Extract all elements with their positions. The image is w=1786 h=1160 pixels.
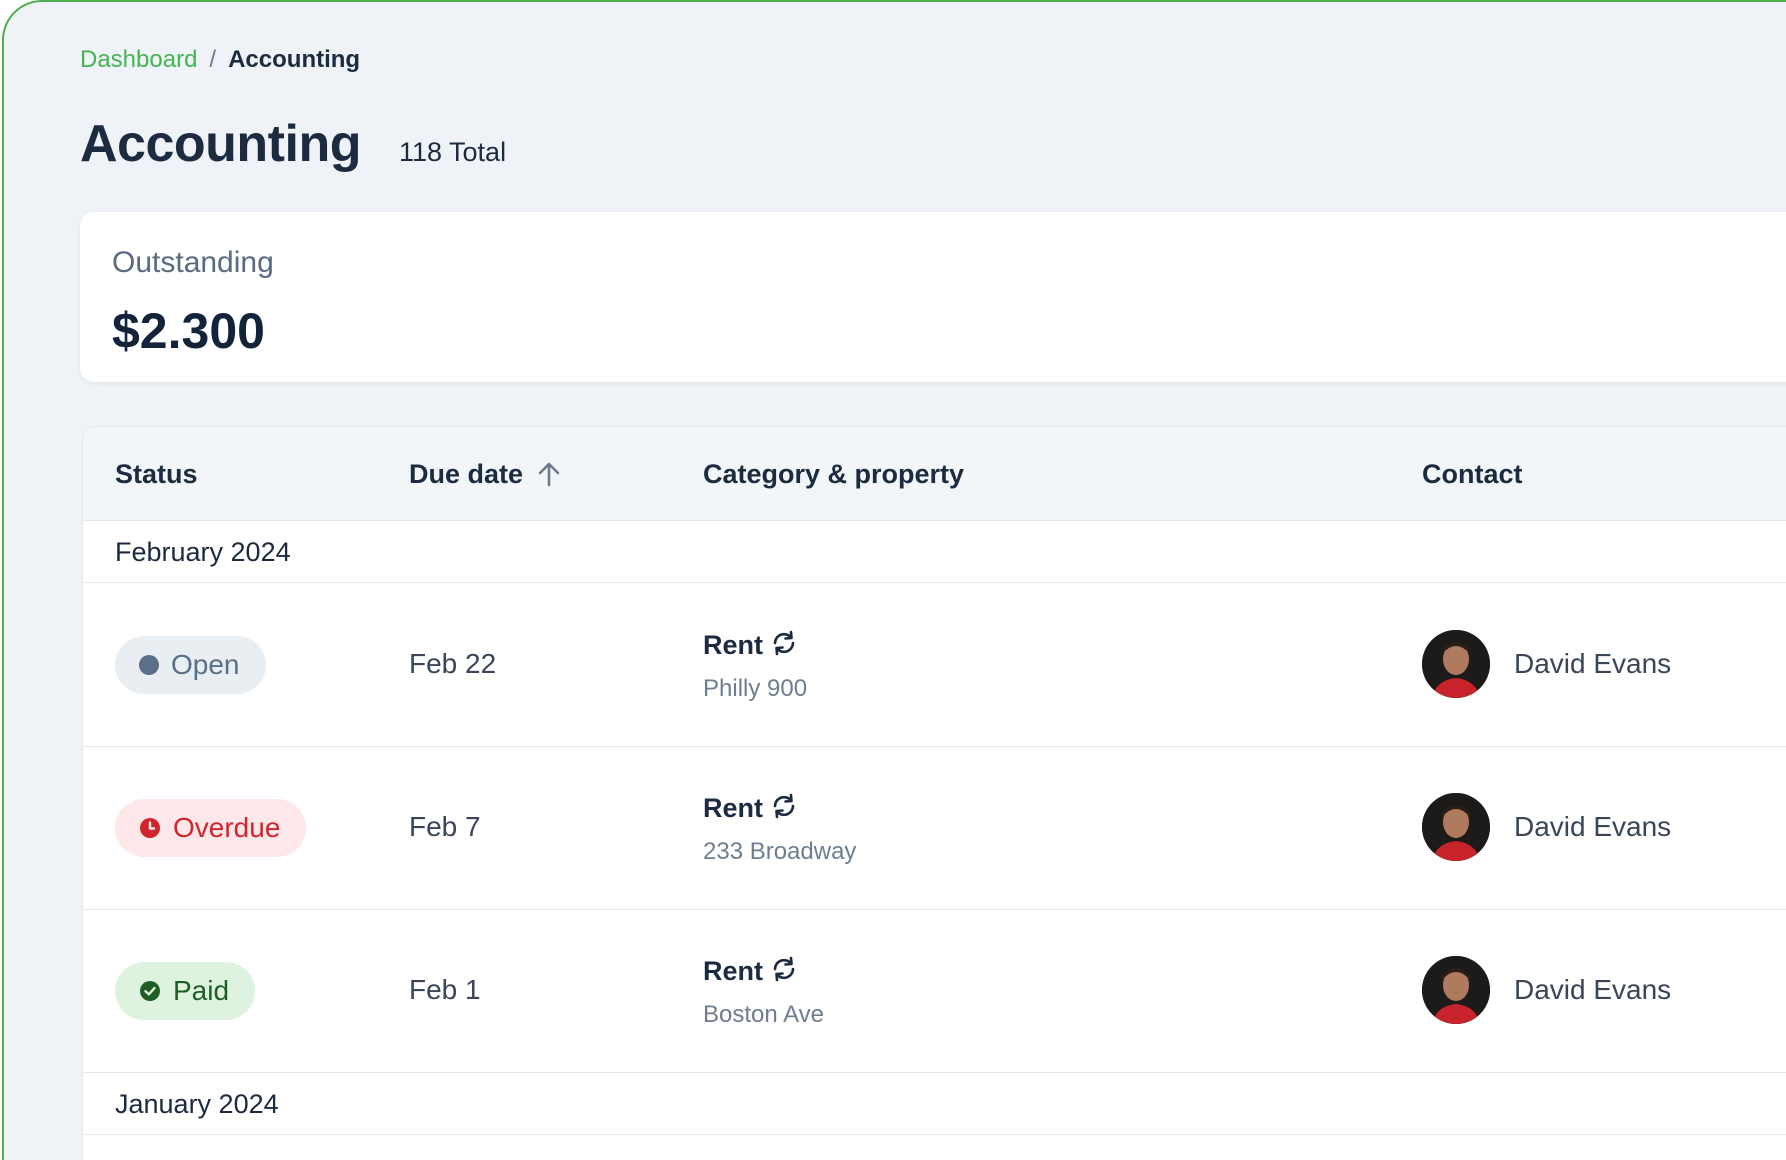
- property-name: Philly 900: [703, 675, 808, 702]
- arrow-up-icon[interactable]: [537, 461, 561, 487]
- contact-name[interactable]: David Evans: [1514, 974, 1671, 1006]
- column-header-due-date[interactable]: Due date: [409, 427, 561, 521]
- breadcrumb-separator: /: [209, 46, 217, 73]
- title-row: Accounting 118 Total: [80, 114, 506, 174]
- table-header: Status Due date Category & property Cont…: [83, 427, 1786, 521]
- column-header-contact[interactable]: Contact: [1422, 427, 1523, 521]
- group-header: January 2024: [83, 1073, 1786, 1135]
- status-badge: Overdue: [115, 799, 307, 857]
- contact-cell: David Evans: [1422, 793, 1671, 861]
- recurring-icon: [769, 791, 799, 826]
- recurring-icon: [769, 954, 799, 989]
- column-header-category[interactable]: Category & property: [703, 427, 964, 521]
- category-name: Rent: [703, 793, 763, 823]
- outstanding-amount: $2.300: [112, 303, 265, 359]
- dot-icon: [139, 655, 159, 675]
- table-row[interactable]: Overdue Feb 7 Rent 233 Broadway David Ev…: [83, 747, 1786, 910]
- due-date-header-label: Due date: [409, 458, 524, 489]
- total-count: 118 Total: [398, 137, 507, 167]
- property-name: Boston Ave: [703, 1001, 824, 1028]
- category-cell: Rent Philly 900: [703, 628, 807, 703]
- clock-icon: [139, 817, 161, 839]
- property-name: 233 Broadway: [703, 838, 857, 865]
- due-date: Feb 7: [409, 811, 481, 842]
- avatar: [1422, 956, 1490, 1024]
- status-label: Paid: [173, 975, 230, 1006]
- breadcrumb: Dashboard / Accounting: [80, 46, 360, 74]
- column-header-status[interactable]: Status: [115, 427, 198, 521]
- status-label: Open: [171, 649, 240, 680]
- contact-cell: David Evans: [1422, 956, 1671, 1024]
- due-date: Feb 22: [409, 648, 497, 679]
- status-badge: Paid: [115, 962, 256, 1020]
- avatar: [1422, 793, 1490, 861]
- table-row[interactable]: Open Feb 22 Rent Philly 900 David Evans: [83, 584, 1786, 747]
- accounting-table: Status Due date Category & property Cont…: [82, 426, 1786, 1160]
- due-date: Feb 1: [409, 974, 481, 1005]
- category-name: Rent: [703, 956, 763, 986]
- status-label: Overdue: [173, 812, 281, 843]
- contact-name[interactable]: David Evans: [1514, 811, 1671, 843]
- contact-name[interactable]: David Evans: [1514, 648, 1671, 680]
- outstanding-label: Outstanding: [112, 246, 274, 279]
- group-label: January 2024: [115, 1089, 279, 1119]
- category-name: Rent: [703, 630, 763, 660]
- recurring-icon: [769, 628, 799, 663]
- status-badge: Open: [115, 636, 266, 694]
- group-label: February 2024: [115, 537, 291, 567]
- page-title: Accounting: [80, 115, 361, 173]
- category-cell: Rent Boston Ave: [703, 954, 824, 1029]
- breadcrumb-current: Accounting: [228, 46, 361, 73]
- contact-cell: David Evans: [1422, 630, 1671, 698]
- app-frame: Dashboard / Accounting Accounting 118 To…: [2, 0, 1786, 1160]
- avatar: [1422, 630, 1490, 698]
- table-row[interactable]: Paid Feb 1 Rent Boston Ave David Evans: [83, 910, 1786, 1073]
- breadcrumb-dashboard-link[interactable]: Dashboard: [80, 46, 197, 74]
- category-cell: Rent 233 Broadway: [703, 791, 856, 866]
- outstanding-card: Outstanding $2.300: [80, 212, 1786, 382]
- check-circle-icon: [139, 980, 161, 1002]
- group-header: February 2024: [83, 521, 1786, 583]
